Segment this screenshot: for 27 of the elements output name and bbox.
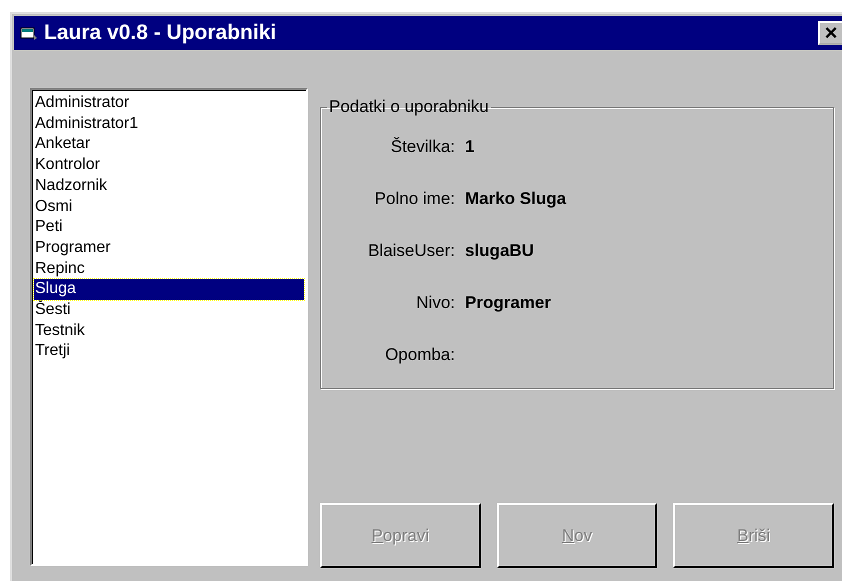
list-item[interactable]: Repinc xyxy=(34,258,304,280)
list-item[interactable]: Programer xyxy=(34,238,304,259)
list-item[interactable]: Testnik xyxy=(34,320,304,342)
field-value: 1 xyxy=(465,137,474,157)
list-item[interactable]: Kontrolor xyxy=(34,155,304,176)
list-item[interactable]: Anketar xyxy=(34,134,304,156)
field-value: Marko Sluga xyxy=(465,189,566,209)
list-item[interactable]: Administrator xyxy=(34,93,304,114)
field-label: Nivo: xyxy=(415,293,455,313)
field-label: Opomba: xyxy=(384,345,455,365)
list-item[interactable]: Administrator1 xyxy=(34,114,304,134)
list-item[interactable]: Peti xyxy=(34,217,304,238)
field-label: BlaiseUser: xyxy=(367,241,455,261)
window-title: Laura v0.8 - Uporabniki xyxy=(44,21,278,45)
window-icon xyxy=(20,25,38,41)
user-list[interactable]: Administrator Administrator1 Anketar Kontrolor Nadzornik Osmi Peti Programer Repinc Sluga Šesti Testnik Tretji xyxy=(30,88,308,566)
field-label: Številka: xyxy=(390,137,455,157)
list-item[interactable]: Tretji xyxy=(34,341,304,362)
field-value: slugaBU xyxy=(465,241,534,261)
field-value: Programer xyxy=(465,293,551,313)
list-item[interactable]: Sluga xyxy=(34,279,304,300)
list-item[interactable]: Nadzornik xyxy=(34,176,304,197)
list-item[interactable]: Osmi xyxy=(34,196,304,218)
close-button[interactable]: × xyxy=(818,21,842,45)
group-title: Podatki o uporabniku xyxy=(328,97,490,117)
list-item[interactable]: Šesti xyxy=(34,300,304,321)
field-label: Polno ime: xyxy=(374,189,455,209)
